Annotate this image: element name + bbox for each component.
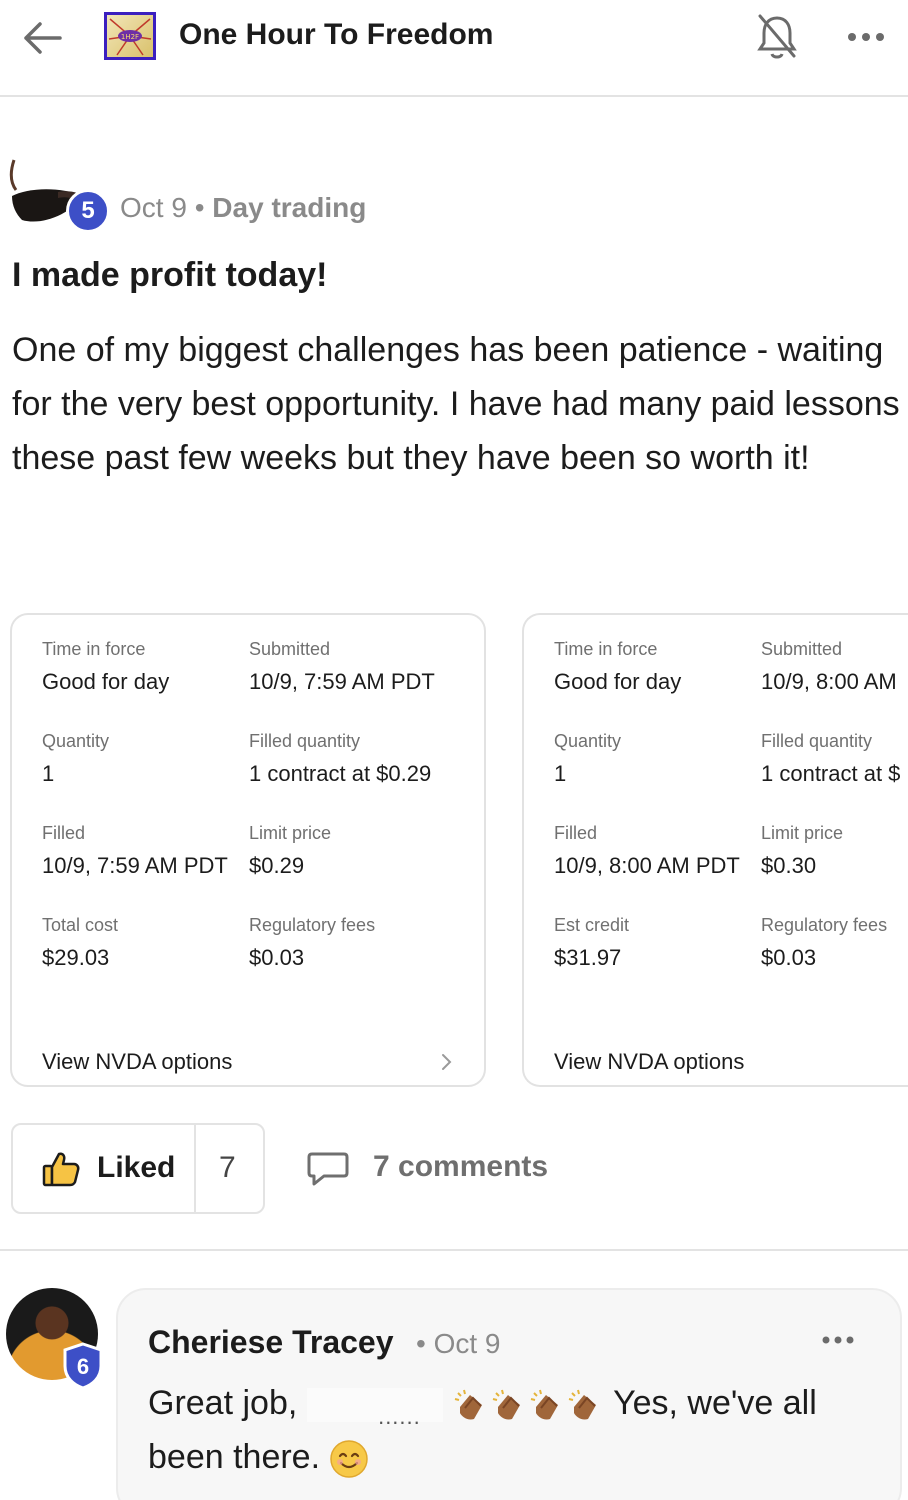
post-meta: Oct 9 • Day trading (120, 192, 366, 224)
field-value: 10/9, 8:00 AM PDT (554, 853, 740, 878)
order-card-1[interactable]: Time in force Good for day Submitted 10/9,… (10, 613, 486, 1087)
order-field: Time in force Good for day (42, 639, 169, 695)
field-value: $31.97 (554, 945, 622, 970)
field-value: $0.03 (249, 945, 305, 970)
field-value: $0.30 (761, 853, 817, 878)
order-field: Quantity 1 (554, 731, 621, 787)
comment-author[interactable]: Cheriese Tracey (148, 1324, 394, 1361)
post-body: One of my biggest challenges has been pa… (12, 331, 900, 477)
field-value: 1 contract at $ (761, 761, 901, 786)
field-label: Filled (42, 823, 86, 843)
top-bar: 1H2F One Hour To Freedom (0, 0, 908, 97)
field-label: Quantity (554, 731, 622, 751)
field-value: Good for day (42, 669, 170, 694)
author-level-badge: 5 (66, 189, 110, 233)
like-divider (194, 1125, 196, 1212)
commenter-level: 6 (77, 1354, 89, 1379)
post-date: Oct 9 (120, 192, 187, 223)
order-field: Total cost $29.03 (42, 915, 118, 971)
field-label: Submitted (761, 639, 843, 659)
order-field: Quantity 1 (42, 731, 109, 787)
like-button[interactable]: Liked 7 (11, 1123, 265, 1214)
field-label: Est credit (554, 915, 630, 935)
field-value: $0.29 (249, 853, 305, 878)
comment-date: • Oct 9 (416, 1328, 501, 1359)
field-label: Limit price (249, 823, 332, 843)
group-logo[interactable]: 1H2F (104, 12, 156, 60)
order-field: Submitted 10/9, 8:00 AM (761, 639, 897, 695)
field-label: Regulatory fees (761, 915, 888, 935)
thumbs-up-icon (41, 1149, 81, 1189)
smile-emoji-icon (330, 1440, 369, 1478)
more-icon[interactable] (818, 1330, 858, 1350)
bell-off-icon[interactable] (754, 12, 800, 62)
order-field: Filled quantity 1 contract at $0.29 (249, 731, 431, 787)
liked-label: Liked (97, 1151, 176, 1184)
field-label: Time in force (42, 639, 146, 659)
order-field: Regulatory fees $0.03 (249, 915, 375, 971)
chevron-right-icon (438, 1051, 456, 1073)
clapping-hands-icon (454, 1389, 483, 1420)
group-logo-text: 1H2F (121, 33, 139, 41)
order-card-2[interactable]: Time in force Good for day Submitted 10/9,… (522, 613, 908, 1087)
field-label: Quantity (42, 731, 110, 751)
field-value: Good for day (554, 669, 682, 694)
shield-icon: 6 (62, 1342, 104, 1390)
view-options-link[interactable]: View NVDA options (42, 1049, 232, 1075)
field-value: 1 (42, 761, 55, 786)
order-field: Filled quantity 1 contract at $ (761, 731, 900, 787)
comment-icon[interactable] (306, 1148, 350, 1188)
order-field: Filled 10/9, 8:00 AM PDT (554, 823, 740, 879)
order-field: Est credit $31.97 (554, 915, 629, 971)
field-label: Limit price (761, 823, 844, 843)
comment-bubble: Cheriese Tracey • Oct 9 Great job, Yes, … (116, 1288, 902, 1500)
group-title[interactable]: One Hour To Freedom (179, 18, 493, 52)
order-field: Time in force Good for day (554, 639, 681, 695)
clapping-hands-icon (492, 1389, 521, 1420)
like-count[interactable]: 7 (219, 1151, 236, 1185)
order-field: Filled 10/9, 7:59 AM PDT (42, 823, 228, 879)
clapping-hands-icon (568, 1389, 597, 1420)
view-options-link[interactable]: View NVDA options (554, 1049, 744, 1075)
field-label: Submitted (249, 639, 331, 659)
field-label: Filled quantity (761, 731, 873, 751)
order-field: Submitted 10/9, 7:59 AM PDT (249, 639, 435, 695)
comments-count[interactable]: 7 comments (373, 1150, 548, 1184)
redacted-mention (306, 1388, 443, 1444)
field-label: Total cost (42, 915, 119, 935)
post-category[interactable]: Day trading (212, 192, 366, 223)
divider (0, 1249, 908, 1251)
order-field: Limit price $0.29 (249, 823, 331, 879)
comment-text-start: Great job, (148, 1384, 298, 1422)
back-arrow-icon[interactable] (18, 18, 66, 58)
field-value: 10/9, 7:59 AM PDT (42, 853, 228, 878)
order-field: Limit price $0.30 (761, 823, 843, 879)
more-icon[interactable] (840, 20, 892, 54)
field-value: $29.03 (42, 945, 110, 970)
order-field: Regulatory fees $0.03 (761, 915, 887, 971)
field-label: Time in force (554, 639, 658, 659)
field-value: 10/9, 7:59 AM PDT (249, 669, 435, 694)
field-value: $0.03 (761, 945, 817, 970)
field-value: 1 contract at $0.29 (249, 761, 432, 786)
clapping-hands-icon (530, 1389, 559, 1420)
meta-separator: • (194, 192, 205, 223)
post-title: I made profit today! (12, 256, 328, 294)
field-value: 10/9, 8:00 AM (761, 669, 897, 694)
field-label: Regulatory fees (249, 915, 376, 935)
field-label: Filled (554, 823, 598, 843)
field-value: 1 (554, 761, 567, 786)
field-label: Filled quantity (249, 731, 361, 751)
comment-text: Great job, Yes, we've all been there. (148, 1376, 878, 1484)
